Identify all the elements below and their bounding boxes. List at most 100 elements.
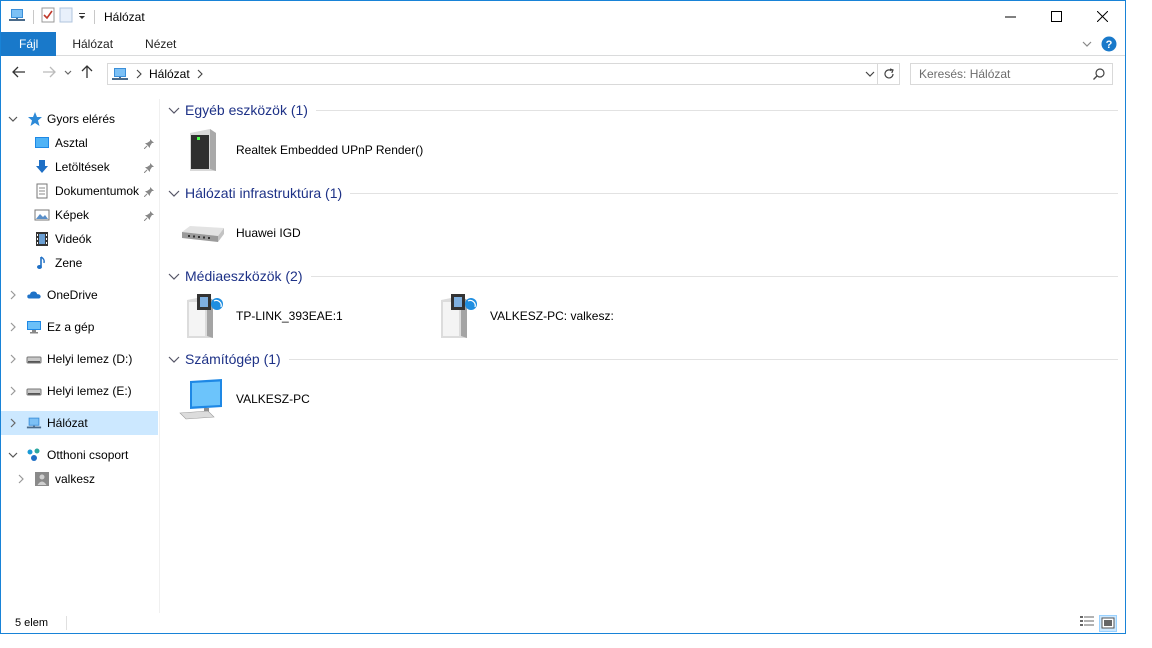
pin-icon[interactable] [143,162,154,176]
group-collapse-chevron-icon[interactable] [168,270,180,282]
device-name: Huawei IGD [236,226,301,240]
large-icons-view-icon[interactable] [1099,615,1117,632]
tab-view[interactable]: Nézet [129,32,192,56]
device-item-upnp-render[interactable]: Realtek Embedded UPnP Render() [178,126,423,174]
new-folder-icon[interactable] [59,7,73,26]
device-item-valkesz-pc-media[interactable]: VALKESZ-PC: valkesz: [432,292,614,340]
router-icon [178,209,226,257]
help-icon[interactable]: ? [1101,36,1117,55]
sidebar-item-label: Otthoni csoport [47,448,129,462]
sidebar-item-music[interactable]: Zene [1,251,158,275]
pin-icon[interactable] [143,138,154,152]
back-arrow-icon[interactable] [11,64,27,83]
search-placeholder[interactable]: Keresés: Hálózat [919,67,1010,81]
device-name: TP-LINK_393EAE:1 [236,309,343,323]
sidebar-item-label: Asztal [55,136,88,150]
group-header-network-infrastructure[interactable]: Hálózati infrastruktúra (1) [168,183,1118,203]
sidebar-item-pictures[interactable]: Képek [1,203,158,227]
music-icon [34,255,50,271]
sidebar-item-label: Letöltések [55,160,110,174]
navigation-bar: Hálózat Keresés: Hálózat [1,57,1125,90]
title-bar: Hálózat [1,1,1125,32]
collapsed-chevron-icon[interactable] [8,354,18,364]
close-icon [1096,10,1108,22]
network-location-icon [111,66,129,82]
search-icon[interactable] [1092,67,1106,84]
breadcrumb-network[interactable]: Hálózat [149,67,190,81]
minimize-button[interactable] [987,1,1033,31]
properties-icon[interactable] [41,7,55,26]
sidebar-item-drive-e[interactable]: Helyi lemez (E:) [1,379,158,403]
group-title: Médiaeszközök (2) [185,268,303,284]
cloud-icon [26,287,42,303]
sidebar-item-this-pc[interactable]: Ez a gép [1,315,158,339]
sidebar-item-network[interactable]: Hálózat [1,411,158,435]
sidebar-item-onedrive[interactable]: OneDrive [1,283,158,307]
collapsed-chevron-icon[interactable] [8,386,18,396]
details-view-icon[interactable] [1079,615,1095,632]
star-icon [27,111,43,127]
sidebar-item-desktop[interactable]: Asztal [1,131,158,155]
sidebar-item-label: valkesz [55,472,96,486]
sidebar-item-downloads[interactable]: Letöltések [1,155,158,179]
collapsed-chevron-icon[interactable] [8,290,18,300]
breadcrumb-separator-icon[interactable] [196,69,204,79]
device-item-valkesz-pc[interactable]: VALKESZ-PC [178,375,310,423]
sidebar-item-user[interactable]: valkesz [1,467,158,491]
address-bar[interactable]: Hálózat [107,63,900,85]
tab-file[interactable]: Fájl [1,31,57,56]
group-title: Hálózati infrastruktúra (1) [185,185,343,201]
sidebar-item-label: Dokumentumok [55,184,140,198]
explorer-window: Hálózat Fájl Hálózat Nézet ? Hálózat Ker… [0,0,1126,634]
up-arrow-icon[interactable] [79,64,95,83]
forward-arrow-icon[interactable] [41,64,57,83]
recent-locations-chevron-icon[interactable] [63,67,73,81]
sidebar-item-label: Ez a gép [47,320,95,334]
sidebar-item-homegroup[interactable]: Otthoni csoport [1,443,158,467]
maximize-button[interactable] [1033,1,1079,31]
group-header-other-devices[interactable]: Egyéb eszközök (1) [168,100,1118,120]
refresh-button[interactable] [877,64,899,84]
tab-network[interactable]: Hálózat [56,32,129,56]
homegroup-icon [26,447,42,463]
expanded-chevron-icon[interactable] [8,450,18,460]
address-history-chevron-icon[interactable] [863,64,877,84]
collapsed-chevron-icon[interactable] [16,474,26,484]
device-item-tp-link-media[interactable]: TP-LINK_393EAE:1 [178,292,343,340]
expand-ribbon-chevron-icon[interactable] [1081,38,1093,53]
sidebar-item-videos[interactable]: Videók [1,227,158,251]
group-title: Egyéb eszközök (1) [185,102,308,118]
customize-toolbar-chevron-icon[interactable] [77,10,87,24]
group-collapse-chevron-icon[interactable] [168,187,180,199]
videos-icon [34,231,50,247]
collapsed-chevron-icon[interactable] [8,418,18,428]
documents-icon [34,183,50,199]
pictures-icon [34,207,50,223]
sidebar-item-quick-access[interactable]: Gyors elérés [1,107,158,131]
group-collapse-chevron-icon[interactable] [168,104,180,116]
sidebar-item-label: Helyi lemez (D:) [47,352,133,366]
collapsed-chevron-icon[interactable] [8,322,18,332]
group-title: Számítógép (1) [185,351,281,367]
ribbon-tabs: Fájl Hálózat Nézet ? [1,31,1125,56]
group-divider [315,109,1118,111]
network-icon[interactable] [8,7,26,26]
sidebar-item-label: OneDrive [47,288,98,302]
device-item-huawei-igd[interactable]: Huawei IGD [178,209,301,257]
window-controls [987,1,1125,31]
close-button[interactable] [1079,1,1125,31]
breadcrumb-separator-icon[interactable] [135,69,143,79]
expanded-chevron-icon[interactable] [8,114,18,124]
pin-icon[interactable] [143,210,154,224]
group-header-computers[interactable]: Számítógép (1) [168,349,1118,369]
search-box[interactable]: Keresés: Hálózat [910,63,1113,85]
group-divider [310,275,1118,277]
sidebar-item-documents[interactable]: Dokumentumok [1,179,158,203]
svg-text:?: ? [1106,39,1113,51]
pin-icon[interactable] [143,186,154,200]
navigation-pane: Gyors elérés Asztal Letöltések Dokumentu… [1,99,160,613]
group-collapse-chevron-icon[interactable] [168,353,180,365]
sidebar-item-label: Zene [55,256,83,270]
sidebar-item-drive-d[interactable]: Helyi lemez (D:) [1,347,158,371]
group-header-media-devices[interactable]: Médiaeszközök (2) [168,266,1118,286]
